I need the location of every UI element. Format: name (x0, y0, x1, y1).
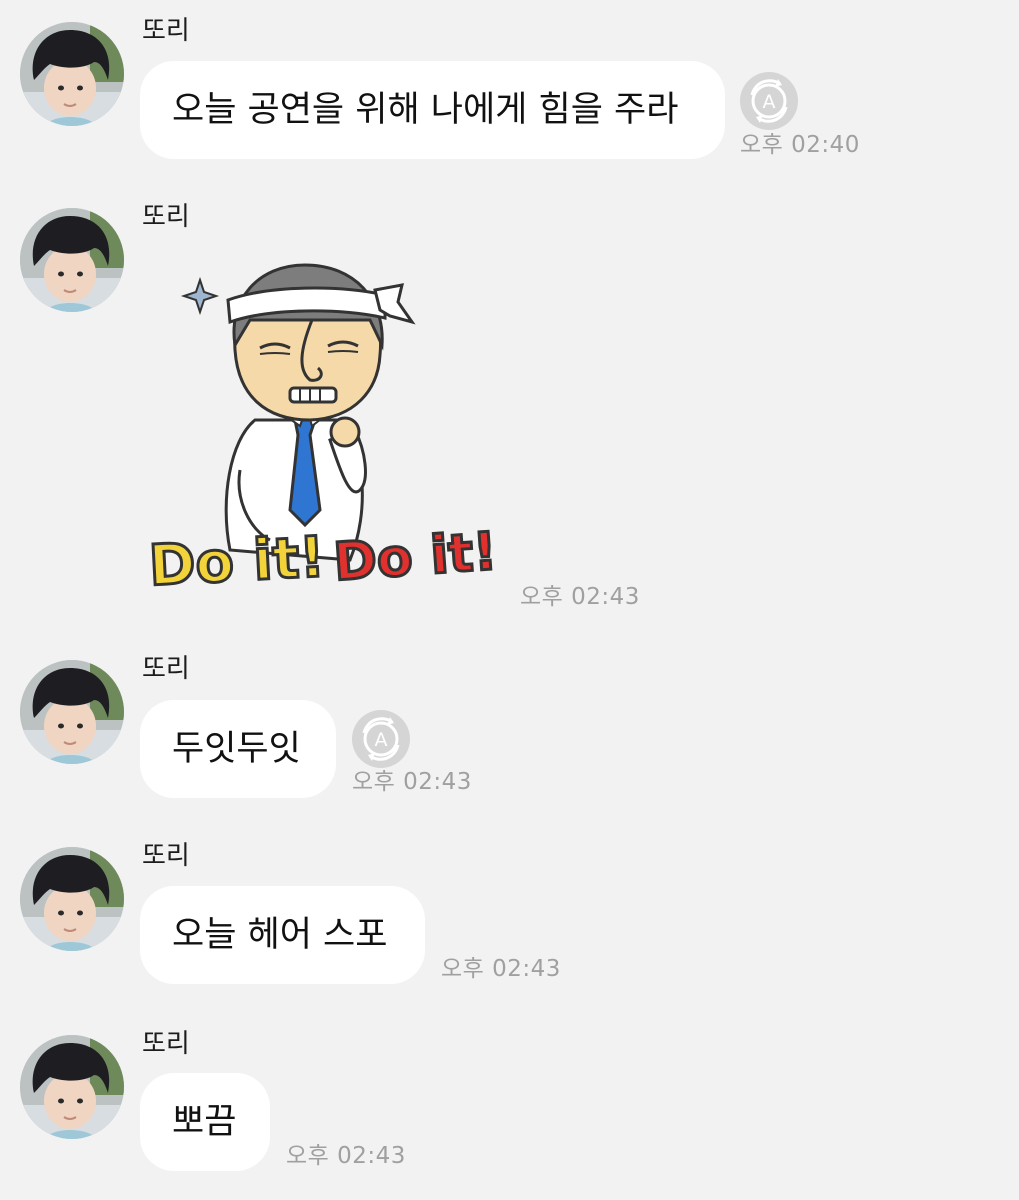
chat-message: 또리 오늘 공연을 위해 나에게 힘을 주라 오후 02:40 (0, 0, 1019, 180)
avatar[interactable] (20, 660, 124, 764)
avatar[interactable] (20, 22, 124, 126)
sender-name: 또리 (142, 202, 190, 232)
chat-message: 또리 Do it! Do it! 오후 02:43 (0, 180, 1019, 630)
chat-message: 또리 오늘 헤어 스포 오후 02:43 (0, 815, 1019, 1005)
translate-icon[interactable] (352, 710, 410, 768)
sticker-image[interactable]: Do it! Do it! (140, 240, 500, 610)
message-time: 오후 02:43 (352, 769, 472, 795)
svg-text:Do it!: Do it! (147, 525, 326, 599)
message-time: 오후 02:40 (740, 132, 860, 158)
avatar[interactable] (20, 208, 124, 312)
chat-message: 또리 뽀끔 오후 02:43 (0, 1005, 1019, 1200)
message-time: 오후 02:43 (286, 1143, 406, 1169)
message-bubble[interactable]: 뽀끔 (140, 1073, 270, 1171)
message-time: 오후 02:43 (441, 956, 561, 982)
do-it-sticker-art: Do it! Do it! (146, 263, 500, 600)
avatar[interactable] (20, 847, 124, 951)
message-bubble[interactable]: 두잇두잇 (140, 700, 336, 798)
sender-name: 또리 (142, 654, 190, 684)
message-bubble[interactable]: 오늘 헤어 스포 (140, 886, 425, 984)
message-time: 오후 02:43 (520, 584, 640, 610)
svg-text:Do it!: Do it! (332, 522, 499, 593)
translate-icon[interactable] (740, 72, 798, 130)
sender-name: 또리 (142, 841, 190, 871)
message-bubble[interactable]: 오늘 공연을 위해 나에게 힘을 주라 (140, 61, 725, 159)
chat-message: 또리 두잇두잇 오후 02:43 (0, 630, 1019, 815)
sender-name: 또리 (142, 16, 190, 46)
avatar[interactable] (20, 1035, 124, 1139)
sender-name: 또리 (142, 1029, 190, 1059)
